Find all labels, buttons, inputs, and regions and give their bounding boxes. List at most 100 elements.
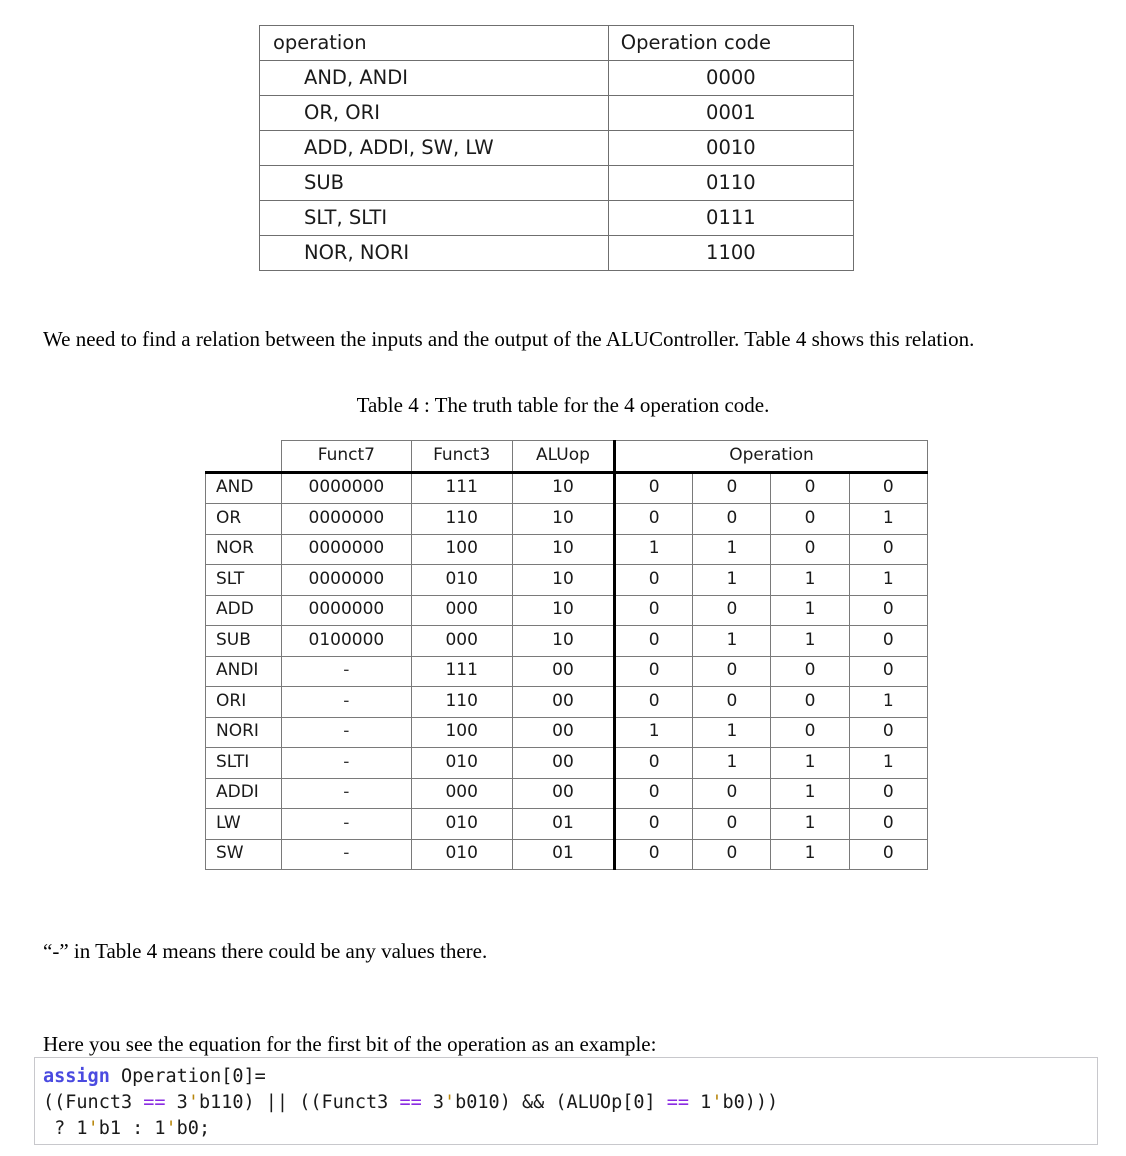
- cell-code: 0001: [607, 95, 855, 131]
- code-operator-eq: ==: [666, 1092, 690, 1113]
- cell-operation-bit: 0: [692, 838, 772, 870]
- cell-instruction: ADD: [204, 594, 283, 626]
- cell-operation-bit: 0: [848, 533, 929, 565]
- cell-operation-bit: 0: [692, 655, 772, 687]
- verilog-code-block[interactable]: assign Operation[0]= ((Funct3 == 3'b110)…: [34, 1057, 1098, 1145]
- cell-operation-bit: 1: [770, 625, 850, 657]
- code-operator-eq: ==: [399, 1092, 422, 1113]
- cell-instruction: SLTI: [204, 747, 283, 779]
- table4-caption: Table 4 : The truth table for the 4 oper…: [356, 393, 770, 417]
- table-row: SLTI - 010 00 0 1 1 1: [204, 747, 929, 779]
- cell-operation-bit: 0: [613, 777, 694, 809]
- cell-operation: SUB: [259, 165, 609, 201]
- cell-operation: OR, ORI: [259, 95, 609, 131]
- cell-operation-bit: 1: [848, 686, 929, 718]
- cell-funct3: 100: [410, 716, 513, 748]
- cell-code: 1100: [607, 235, 855, 271]
- code-tick: ': [187, 1092, 199, 1113]
- cell-operation-bit: 1: [848, 564, 929, 596]
- cell-operation-bit: 0: [692, 777, 772, 809]
- cell-operation-bit: 0: [613, 838, 694, 870]
- code-tick: ': [444, 1092, 456, 1113]
- cell-funct3: 010: [410, 747, 513, 779]
- cell-operation-bit: 0: [692, 808, 772, 840]
- cell-operation-bit: 0: [613, 503, 694, 535]
- table-row: OR, ORI 0001: [259, 95, 855, 131]
- corner-cell: [205, 440, 282, 474]
- table-row: LW - 010 01 0 0 1 0: [204, 808, 929, 840]
- cell-operation: AND, ANDI: [259, 60, 609, 96]
- table-row: OR 0000000 110 10 0 0 0 1: [204, 503, 929, 535]
- table-row: NOR, NORI 1100: [259, 235, 855, 271]
- table-row: AND 0000000 111 10 0 0 0 0: [204, 471, 929, 504]
- cell-funct3: 110: [410, 686, 513, 718]
- cell-operation-bit: 1: [770, 747, 850, 779]
- cell-operation-bit: 1: [692, 747, 772, 779]
- cell-operation: SLT, SLTI: [259, 200, 609, 236]
- cell-operation-bit: 0: [848, 594, 929, 626]
- cell-aluop: 00: [511, 655, 616, 687]
- column-header-funct3: Funct3: [410, 440, 513, 474]
- table-row: ORI - 110 00 0 0 0 1: [204, 686, 929, 718]
- cell-operation-bit: 1: [692, 716, 772, 748]
- cell-operation-bit: 1: [692, 564, 772, 596]
- cell-operation-bit: 0: [613, 747, 694, 779]
- cell-operation-bit: 0: [692, 594, 772, 626]
- dash-note-paragraph: “-” in Table 4 means there could be any …: [43, 939, 488, 963]
- cell-aluop: 10: [511, 564, 616, 596]
- operation-code-table-body: operation Operation code AND, ANDI 0000 …: [259, 25, 855, 271]
- cell-funct7: 0000000: [281, 503, 412, 535]
- cell-funct3: 111: [410, 655, 513, 687]
- code-line3-a: ? 1: [43, 1118, 88, 1139]
- cell-operation-bit: 0: [692, 471, 772, 504]
- code-line2-c: b110) || ((Funct3: [198, 1092, 400, 1113]
- cell-funct7: 0000000: [281, 564, 412, 596]
- cell-operation-bit: 0: [770, 716, 850, 748]
- cell-funct7: 0000000: [281, 594, 412, 626]
- cell-operation-bit: 0: [770, 655, 850, 687]
- cell-aluop: 10: [511, 533, 616, 565]
- code-line2-e: b010) && (ALUOp[0]: [455, 1092, 667, 1113]
- table-row: SW - 010 01 0 0 1 0: [204, 838, 929, 870]
- cell-funct3: 000: [410, 625, 513, 657]
- table-row: ADD 0000000 000 10 0 0 1 0: [204, 594, 929, 626]
- cell-funct3: 010: [410, 564, 513, 596]
- cell-operation-bit: 0: [613, 594, 694, 626]
- cell-funct3: 111: [410, 471, 513, 504]
- code-tick: ': [87, 1118, 99, 1139]
- truth-table: Funct7 Funct3 ALUop Operation AND 000000…: [204, 440, 929, 870]
- cell-operation-bit: 1: [770, 777, 850, 809]
- operation-code-table: operation Operation code AND, ANDI 0000 …: [259, 25, 855, 271]
- cell-operation-bit: 0: [613, 686, 694, 718]
- code-line2-a: ((Funct3: [43, 1092, 144, 1113]
- cell-code: 0010: [607, 130, 855, 166]
- code-keyword-assign: assign: [43, 1066, 110, 1087]
- code-operator-eq: ==: [143, 1092, 166, 1113]
- code-line2-d: 3: [421, 1092, 444, 1113]
- cell-aluop: 10: [511, 594, 616, 626]
- cell-operation-bit: 0: [692, 686, 772, 718]
- cell-operation-bit: 0: [770, 471, 850, 504]
- column-header-operation-code: Operation code: [607, 25, 855, 61]
- cell-operation-bit: 0: [692, 503, 772, 535]
- code-tick: ': [165, 1118, 177, 1139]
- table-row: ADD, ADDI, SW, LW 0010: [259, 130, 855, 166]
- column-header-operation: Operation: [613, 440, 928, 474]
- code-line3-c: b0;: [176, 1118, 211, 1139]
- code-line3-b: b1 : 1: [98, 1118, 166, 1139]
- cell-aluop: 00: [511, 747, 616, 779]
- cell-aluop: 10: [511, 471, 616, 504]
- table-row: NORI - 100 00 1 1 0 0: [204, 716, 929, 748]
- cell-operation: ADD, ADDI, SW, LW: [259, 130, 609, 166]
- cell-funct7: 0100000: [281, 625, 412, 657]
- cell-code: 0110: [607, 165, 855, 201]
- table-row: AND, ANDI 0000: [259, 60, 855, 96]
- cell-funct7: -: [281, 686, 412, 718]
- cell-operation-bit: 0: [613, 471, 694, 504]
- cell-instruction: SLT: [204, 564, 283, 596]
- code-line2-g: b0))): [722, 1092, 779, 1113]
- cell-operation-bit: 0: [770, 503, 850, 535]
- table-row: SUB 0110: [259, 165, 855, 201]
- cell-instruction: NORI: [204, 716, 283, 748]
- code-line2-f: 1: [689, 1092, 712, 1113]
